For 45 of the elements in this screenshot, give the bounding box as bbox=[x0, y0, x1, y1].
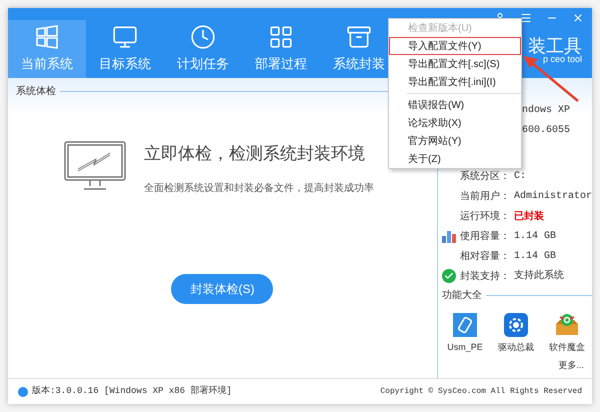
info-value: 1.14 GB bbox=[514, 230, 556, 244]
menu-item[interactable]: 导入配置文件(Y) bbox=[389, 37, 521, 55]
info-label: 相对容量： bbox=[460, 250, 510, 264]
monitor-icon bbox=[64, 141, 126, 191]
logo-title: 装工具 bbox=[528, 37, 582, 55]
info-label: 当前用户： bbox=[460, 190, 510, 204]
usb-drive-icon bbox=[452, 313, 477, 337]
more-link[interactable]: 更多... bbox=[558, 358, 584, 372]
menu-item[interactable]: 官方网站(Y) bbox=[389, 132, 521, 150]
info-value: 支持此系统 bbox=[514, 268, 564, 284]
menu-icon[interactable] bbox=[520, 12, 532, 24]
windows-icon bbox=[34, 24, 60, 50]
subtitle: 全面检测系统设置和封装必备文件，提高封装成功率 bbox=[144, 182, 374, 196]
bar-chart-icon bbox=[442, 230, 456, 242]
tool-button[interactable]: 驱动总裁 bbox=[492, 313, 539, 354]
version-text: 版本:3.0.0.16 [Windows XP x86 部署环境] bbox=[32, 384, 232, 398]
tools-title: 功能大全 bbox=[442, 288, 482, 303]
logo-subtitle: p ceo tool bbox=[542, 55, 582, 64]
info-label: 运行环境： bbox=[460, 210, 510, 224]
clock-icon bbox=[190, 24, 216, 50]
tool-button[interactable]: Usm_PE bbox=[442, 313, 488, 354]
info-value: 1.14 GB bbox=[514, 250, 556, 264]
close-icon[interactable] bbox=[572, 12, 584, 24]
info-label: 使用容量： bbox=[460, 230, 510, 244]
menu-item[interactable]: 错误报告(W) bbox=[389, 96, 521, 114]
version-icon bbox=[18, 386, 28, 396]
grid-icon bbox=[268, 24, 294, 50]
info-value: 600.6055 bbox=[522, 124, 570, 138]
copyright-text: Copyright © SysCeo.com All Rights Reserved bbox=[380, 386, 582, 398]
info-value: 已封装 bbox=[514, 210, 544, 224]
info-label: 封装支持： bbox=[460, 270, 510, 284]
info-value: Administrator bbox=[514, 190, 592, 204]
package-icon bbox=[554, 313, 580, 337]
menu-item[interactable]: 论坛求助(X) bbox=[389, 114, 521, 132]
info-value: C: bbox=[514, 170, 526, 184]
menu-item[interactable]: 关于(Z) bbox=[389, 150, 521, 168]
monitor-icon bbox=[112, 24, 138, 50]
box-icon bbox=[346, 24, 372, 50]
gear-icon bbox=[504, 313, 528, 337]
tool-button[interactable]: 软件魔盒 bbox=[544, 313, 590, 354]
info-value: ndows XP bbox=[522, 104, 570, 118]
headline: 立即体检，检测系统封装环境 bbox=[144, 143, 366, 165]
info-label: 系统分区： bbox=[460, 170, 510, 184]
check-icon bbox=[442, 269, 456, 283]
section-title: 系统体检 bbox=[16, 84, 56, 99]
